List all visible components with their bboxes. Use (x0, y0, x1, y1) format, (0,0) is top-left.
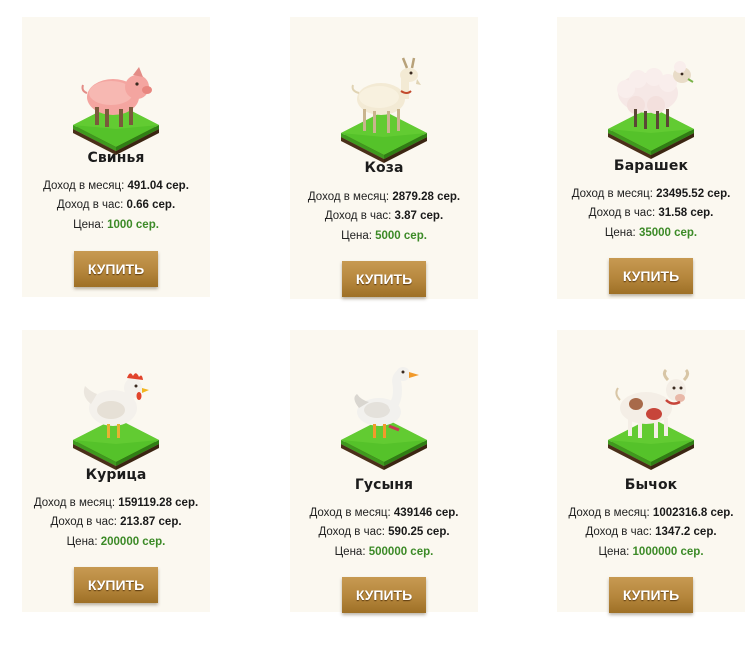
price: Цена: 1000000 сер. (557, 545, 745, 559)
animal-name: Свинья (87, 150, 145, 166)
price-value: 1000000 сер. (632, 546, 704, 558)
income-month: Доход в месяц: 491.04 сер. (22, 179, 210, 193)
price-label: Цена: (73, 219, 104, 231)
income-hour-label: Доход в час: (50, 516, 117, 528)
income-month: Доход в месяц: 23495.52 сер. (557, 187, 745, 201)
animal-card-bull-calf: Бычок Доход в месяц: 1002316.8 сер. Дохо… (557, 330, 745, 613)
price-label: Цена: (341, 230, 372, 242)
buy-button[interactable]: КУПИТЬ (342, 577, 426, 613)
income-month-value: 23495.52 сер. (656, 188, 731, 200)
income-hour: Доход в час: 1347.2 сер. (557, 525, 745, 539)
income-month-label: Доход в месяц: (33, 497, 116, 509)
price-label: Цена: (598, 546, 630, 558)
animal-name: Гусыня (354, 477, 414, 493)
income-hour: Доход в час: 31.58 сер. (557, 206, 745, 220)
income-hour-value: 3.87 сер. (394, 210, 444, 222)
income-hour: Доход в час: 3.87 сер. (290, 209, 478, 223)
price-value: 5000 сер. (375, 230, 427, 242)
animal-card-chicken: Курица Доход в месяц: 159119.28 сер. Дох… (22, 330, 210, 612)
income-month-value: 2879.28 сер. (392, 191, 461, 203)
income-month-label: Доход в месяц: (43, 180, 125, 192)
income-hour: Доход в час: 590.25 сер. (290, 525, 478, 539)
animal-name: Бычок (624, 477, 678, 493)
price: Цена: 200000 сер. (22, 535, 210, 549)
income-month-label: Доход в месяц: (571, 188, 653, 200)
animal-card-goat: Коза Доход в месяц: 2879.28 сер. Доход в… (290, 17, 478, 299)
buy-button[interactable]: КУПИТЬ (342, 261, 426, 297)
goose-icon (329, 360, 439, 470)
buy-button[interactable]: КУПИТЬ (609, 577, 693, 613)
income-month: Доход в месяц: 159119.28 сер. (22, 496, 210, 510)
animal-card-pig: Свинья Доход в месяц: 491.04 сер. Доход … (22, 17, 210, 297)
price-label: Цена: (334, 546, 366, 558)
income-hour: Доход в час: 0.66 сер. (22, 198, 210, 212)
buy-button[interactable]: КУПИТЬ (74, 251, 158, 287)
income-month-value: 1002316.8 сер. (652, 507, 734, 519)
bull-calf-icon (596, 360, 706, 470)
income-hour-label: Доход в час: (588, 207, 656, 219)
sheep-icon (596, 49, 706, 159)
price-label: Цена: (604, 227, 636, 239)
income-hour-label: Доход в час: (56, 199, 124, 211)
income-hour-value: 213.87 сер. (120, 516, 182, 528)
animal-name: Барашек (613, 158, 689, 174)
price-value: 200000 сер. (100, 536, 166, 548)
income-hour-value: 1347.2 сер. (655, 526, 717, 538)
price-value: 500000 сер. (368, 546, 434, 558)
price: Цена: 35000 сер. (557, 226, 745, 240)
price: Цена: 500000 сер. (290, 545, 478, 559)
animal-card-sheep: Барашек Доход в месяц: 23495.52 сер. Дох… (557, 17, 745, 299)
price: Цена: 5000 сер. (290, 229, 478, 243)
animal-name: Курица (85, 467, 147, 483)
price-value: 35000 сер. (638, 227, 698, 239)
income-month-value: 439146 сер. (393, 507, 459, 519)
price-label: Цена: (66, 536, 98, 548)
income-hour: Доход в час: 213.87 сер. (22, 515, 210, 529)
income-hour-label: Доход в час: (324, 210, 392, 222)
income-month-label: Доход в месяц: (568, 507, 650, 519)
chicken-icon (61, 360, 171, 470)
animal-card-goose: Гусыня Доход в месяц: 439146 сер. Доход … (290, 330, 478, 613)
income-hour-value: 31.58 сер. (658, 207, 714, 219)
goat-icon (329, 53, 439, 163)
income-hour-value: 0.66 сер. (126, 199, 176, 211)
income-month-value: 491.04 сер. (127, 180, 189, 192)
income-hour-value: 590.25 сер. (388, 526, 450, 538)
buy-button[interactable]: КУПИТЬ (609, 258, 693, 294)
income-month-value: 159119.28 сер. (118, 497, 199, 509)
buy-button[interactable]: КУПИТЬ (74, 567, 158, 603)
price: Цена: 1000 сер. (22, 218, 210, 232)
price-value: 1000 сер. (107, 219, 159, 231)
income-month-label: Доход в месяц: (309, 507, 391, 519)
income-hour-label: Доход в час: (585, 526, 652, 538)
animal-name: Коза (364, 160, 404, 176)
income-hour-label: Доход в час: (318, 526, 385, 538)
income-month-label: Доход в месяц: (307, 191, 390, 203)
pig-icon (61, 45, 171, 155)
income-month: Доход в месяц: 1002316.8 сер. (557, 506, 745, 520)
income-month: Доход в месяц: 439146 сер. (290, 506, 478, 520)
income-month: Доход в месяц: 2879.28 сер. (290, 190, 478, 204)
